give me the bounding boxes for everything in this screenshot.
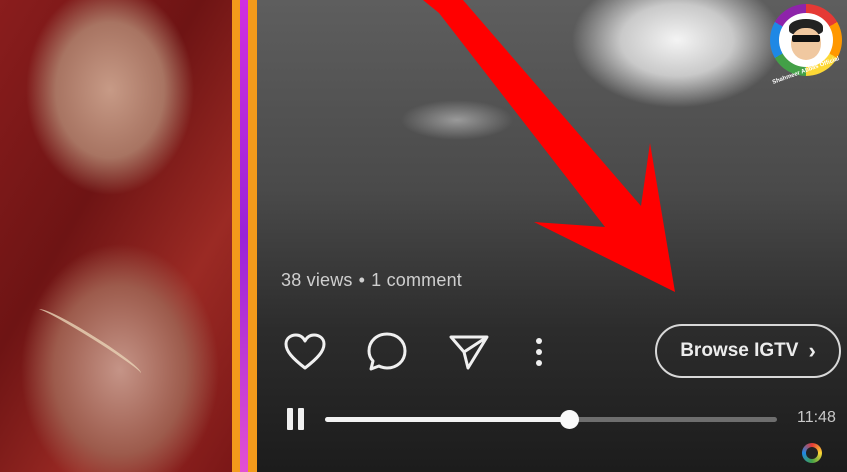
progress-fill: [325, 417, 570, 422]
small-logo-icon: [802, 443, 822, 463]
comment-button[interactable]: [365, 330, 409, 374]
paper-plane-icon: [449, 335, 489, 370]
progress-track[interactable]: [325, 410, 777, 429]
progress-thumb[interactable]: [560, 410, 580, 429]
browse-igtv-label: Browse IGTV: [680, 340, 799, 361]
sunglasses-icon: [792, 35, 820, 42]
share-button[interactable]: [447, 330, 491, 374]
more-vertical-icon: [536, 338, 542, 366]
divider-orange-right: [248, 0, 257, 472]
divider-orange-left: [232, 0, 240, 472]
divider-purple: [240, 0, 248, 472]
webcam-feed: [0, 0, 232, 472]
stats-separator: •: [358, 270, 366, 290]
playback-controls: 11:48: [257, 400, 847, 440]
chevron-right-icon: ›: [808, 338, 816, 363]
heart-icon: [284, 333, 326, 370]
bracelet: [35, 304, 145, 379]
more-button[interactable]: [529, 330, 549, 374]
comments-count[interactable]: 1 comment: [371, 270, 462, 290]
video-stats: 38 views • 1 comment: [281, 270, 462, 291]
igtv-video-pane[interactable]: 38 views • 1 comment Browse IGTV › 11:48: [257, 0, 847, 472]
action-bar: [283, 330, 587, 374]
browse-igtv-button[interactable]: Browse IGTV ›: [655, 324, 841, 378]
channel-logo: Shahmeer Abbas Official: [770, 4, 842, 86]
like-button[interactable]: [283, 330, 327, 374]
pause-button[interactable]: [285, 408, 307, 430]
views-count: 38 views: [281, 270, 353, 290]
comment-bubble-icon: [367, 332, 407, 371]
pause-icon-bar-right: [298, 408, 304, 430]
time-remaining: 11:48: [797, 409, 836, 426]
pause-icon-bar-left: [287, 408, 293, 430]
